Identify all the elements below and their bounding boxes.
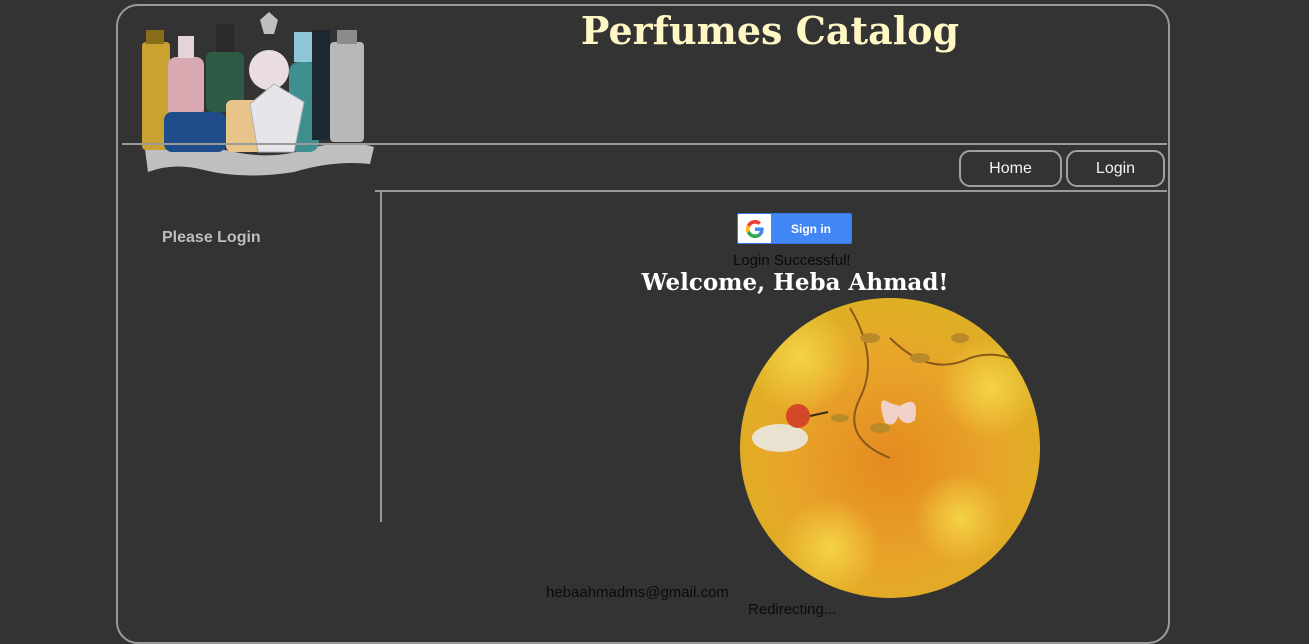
home-button[interactable]: Home <box>959 150 1062 187</box>
site-title: Perfumes Catalog <box>580 8 960 53</box>
login-button[interactable]: Login <box>1066 150 1165 187</box>
profile-avatar <box>740 298 1040 598</box>
google-signin-button[interactable]: Sign in <box>737 213 852 244</box>
header-divider <box>122 143 1167 145</box>
perfume-bottles-logo <box>134 12 376 180</box>
nav-divider <box>375 190 1167 192</box>
sidebar-divider <box>380 192 382 522</box>
redirect-status-text: Redirecting... <box>748 601 837 618</box>
google-g-icon <box>738 214 771 243</box>
google-signin-label: Sign in <box>791 221 831 236</box>
sidebar-login-prompt: Please Login <box>162 229 261 246</box>
welcome-heading: Welcome, Heba Ahmad! <box>641 269 949 296</box>
login-status-text: Login Successful! <box>733 252 851 269</box>
user-email: hebaahmadms@gmail.com <box>546 584 729 601</box>
